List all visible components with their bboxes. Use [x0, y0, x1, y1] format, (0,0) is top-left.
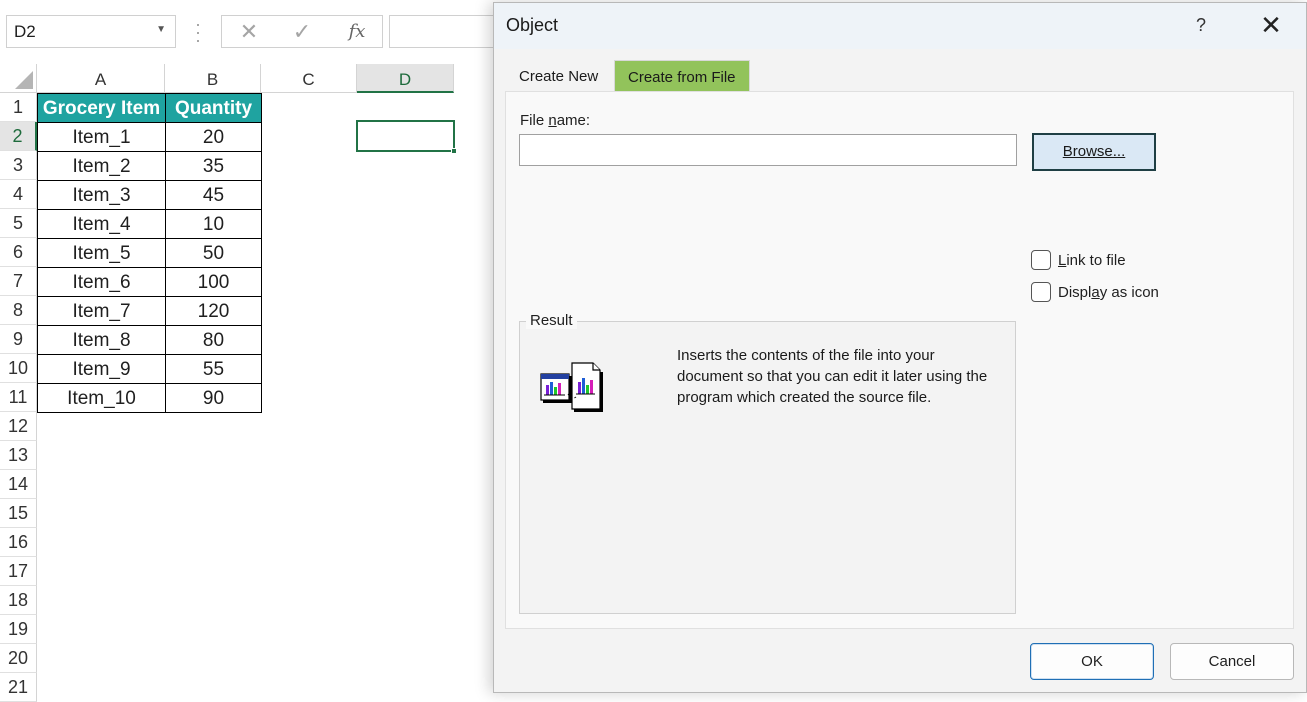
grocery-item-cell[interactable]: Item_8	[37, 325, 166, 355]
row-header-2[interactable]: 2	[0, 122, 37, 151]
grocery-item-cell[interactable]: Item_7	[37, 296, 166, 326]
row-header-21[interactable]: 21	[0, 673, 37, 702]
formula-buttons: ✕ ✓ fx	[221, 15, 383, 48]
file-name-input[interactable]	[519, 134, 1017, 166]
row-header-9[interactable]: 9	[0, 325, 37, 354]
help-icon[interactable]: ?	[1190, 11, 1212, 39]
embedded-document-icon	[540, 362, 603, 412]
grocery-item-cell[interactable]: Item_2	[37, 151, 166, 181]
grocery-item-cell[interactable]: Item_5	[37, 238, 166, 268]
browse-button[interactable]: Browse...	[1032, 133, 1156, 171]
row-header-5[interactable]: 5	[0, 209, 37, 238]
chevron-down-icon[interactable]: ▼	[156, 24, 166, 35]
checkbox-box[interactable]	[1031, 250, 1051, 270]
quantity-cell[interactable]: 80	[165, 325, 262, 355]
row-header-7[interactable]: 7	[0, 267, 37, 296]
name-box-value: D2	[14, 22, 36, 41]
name-box[interactable]: D2 ▼	[6, 15, 176, 48]
grocery-item-cell[interactable]: Item_4	[37, 209, 166, 239]
insert-function-icon[interactable]: fx	[344, 19, 370, 45]
display-as-icon-label: Display as icon	[1058, 284, 1159, 301]
row-header-1[interactable]: 1	[0, 93, 37, 122]
cancel-button[interactable]: Cancel	[1170, 643, 1294, 680]
select-all-corner[interactable]	[0, 64, 37, 93]
tab-create-new[interactable]: Create New	[506, 60, 611, 92]
grocery-item-cell[interactable]: Item_9	[37, 354, 166, 384]
result-label: Result	[526, 312, 577, 329]
close-icon[interactable]: ✕	[1254, 9, 1288, 41]
row-header-3[interactable]: 3	[0, 151, 37, 180]
cancel-entry-icon[interactable]: ✕	[236, 19, 262, 45]
create-from-file-panel: File name: Browse... Link to file Displa…	[505, 91, 1294, 629]
result-description: Inserts the contents of the file into yo…	[677, 347, 988, 406]
quantity-cell[interactable]: 20	[165, 122, 262, 152]
quantity-cell[interactable]: 120	[165, 296, 262, 326]
row-header-13[interactable]: 13	[0, 441, 37, 470]
formula-input[interactable]	[389, 15, 499, 48]
quantity-cell[interactable]: 35	[165, 151, 262, 181]
row-header-11[interactable]: 11	[0, 383, 37, 412]
row-header-15[interactable]: 15	[0, 499, 37, 528]
table-header-cell[interactable]: Quantity	[165, 93, 262, 123]
row-header-19[interactable]: 19	[0, 615, 37, 644]
column-header-c[interactable]: C	[261, 64, 357, 93]
quantity-cell[interactable]: 10	[165, 209, 262, 239]
tab-create-from-file[interactable]: Create from File	[614, 60, 750, 92]
confirm-entry-icon[interactable]: ✓	[289, 19, 315, 45]
grocery-item-cell[interactable]: Item_1	[37, 122, 166, 152]
row-header-18[interactable]: 18	[0, 586, 37, 615]
dialog-title: Object	[506, 15, 559, 35]
dialog-titlebar: Object ? ✕	[494, 3, 1306, 49]
link-to-file-label: Link to file	[1058, 252, 1126, 269]
ok-button[interactable]: OK	[1030, 643, 1154, 680]
result-group: Result Inserts the contents of the file …	[519, 312, 1016, 614]
table-header-cell[interactable]: Grocery Item	[37, 93, 166, 123]
grocery-item-cell[interactable]: Item_3	[37, 180, 166, 210]
object-dialog: Object ? ✕ Create New Create from File F…	[493, 2, 1307, 693]
row-header-14[interactable]: 14	[0, 470, 37, 499]
row-header-20[interactable]: 20	[0, 644, 37, 673]
row-header-4[interactable]: 4	[0, 180, 37, 209]
checkbox-box[interactable]	[1031, 282, 1051, 302]
quantity-cell[interactable]: 50	[165, 238, 262, 268]
drag-handle-icon[interactable]: · · ·	[190, 15, 206, 49]
column-header-b[interactable]: B	[165, 64, 261, 93]
quantity-cell[interactable]: 45	[165, 180, 262, 210]
quantity-cell[interactable]: 90	[165, 383, 262, 413]
selected-cell-d2[interactable]	[356, 120, 457, 154]
column-header-a[interactable]: A	[37, 64, 165, 93]
fill-handle[interactable]	[451, 148, 457, 154]
row-header-8[interactable]: 8	[0, 296, 37, 325]
column-header-d[interactable]: D	[357, 64, 454, 93]
row-header-6[interactable]: 6	[0, 238, 37, 267]
file-name-label: File name:	[520, 112, 591, 129]
grocery-item-cell[interactable]: Item_6	[37, 267, 166, 297]
quantity-cell[interactable]: 55	[165, 354, 262, 384]
row-header-10[interactable]: 10	[0, 354, 37, 383]
row-header-12[interactable]: 12	[0, 412, 37, 441]
row-header-16[interactable]: 16	[0, 528, 37, 557]
quantity-cell[interactable]: 100	[165, 267, 262, 297]
grocery-item-cell[interactable]: Item_10	[37, 383, 166, 413]
row-header-17[interactable]: 17	[0, 557, 37, 586]
